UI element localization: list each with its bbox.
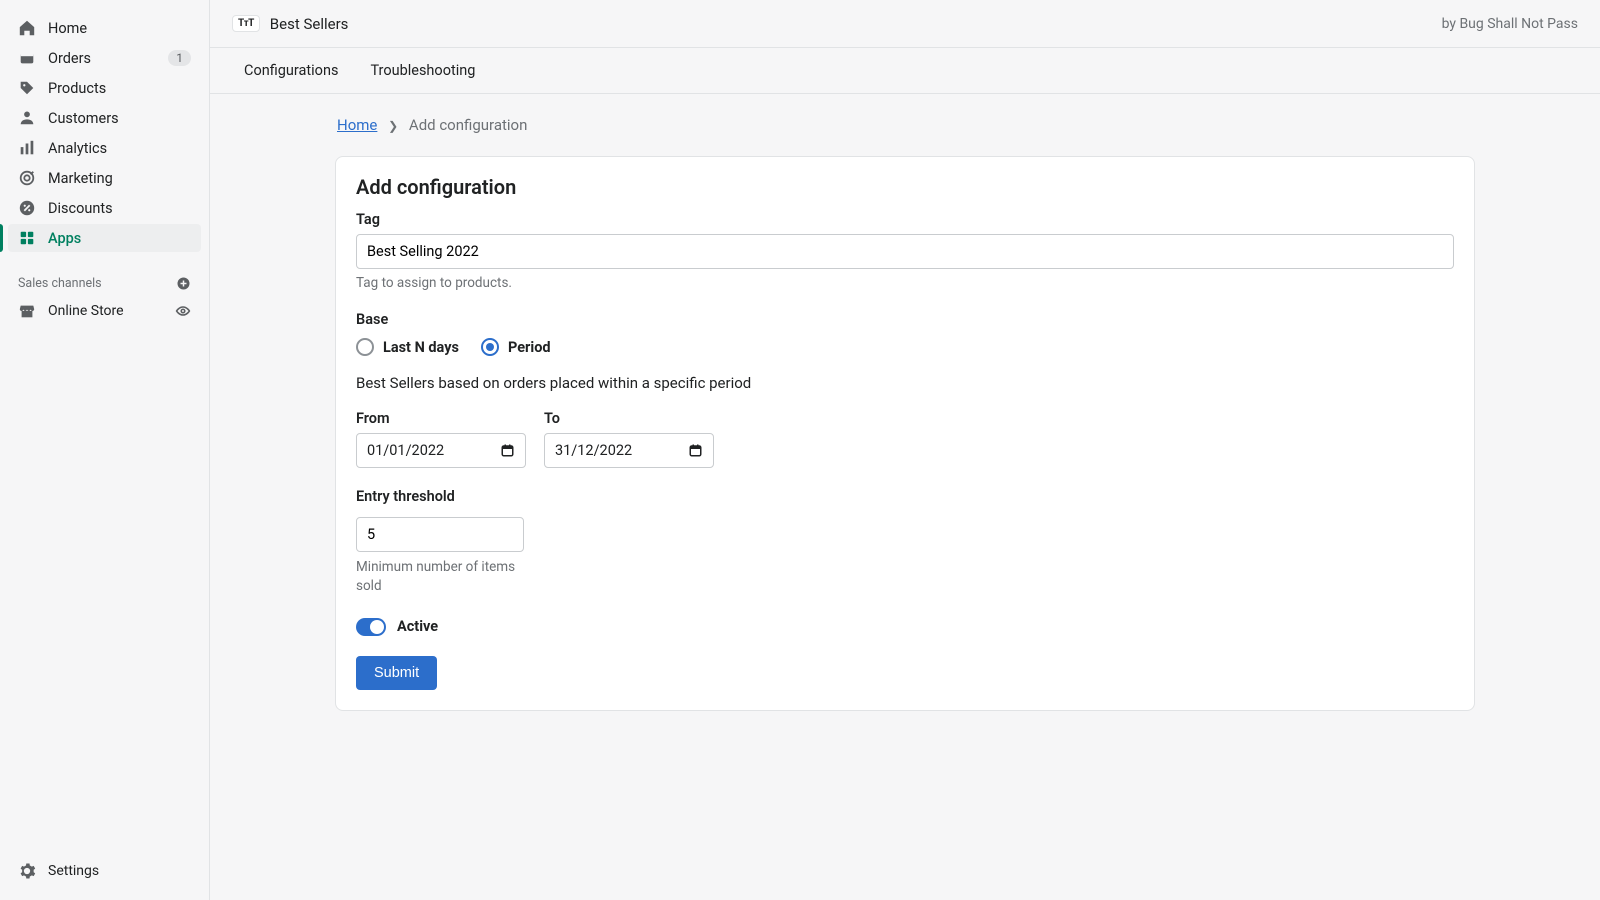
- threshold-label: Entry threshold: [356, 488, 524, 505]
- topbar: ТᴛТ Best Sellers by Bug Shall Not Pass: [210, 0, 1600, 48]
- breadcrumb: Home ❯ Add configuration: [335, 116, 1475, 134]
- sales-channels-label: Sales channels: [18, 276, 102, 291]
- products-icon: [18, 79, 36, 97]
- nav-item-home[interactable]: Home: [8, 14, 201, 42]
- calendar-icon: [500, 443, 515, 458]
- nav-item-settings[interactable]: Settings: [0, 852, 209, 900]
- to-date-value: 31/12/2022: [555, 442, 688, 459]
- nav-item-products[interactable]: Products: [8, 74, 201, 102]
- gear-icon: [18, 862, 36, 880]
- radio-label: Last N days: [383, 339, 459, 356]
- nav-item-analytics[interactable]: Analytics: [8, 134, 201, 162]
- threshold-help: Minimum number of items sold: [356, 558, 524, 596]
- page-title: Add configuration: [356, 175, 1454, 199]
- orders-icon: [18, 49, 36, 67]
- tag-label: Tag: [356, 211, 1454, 228]
- customers-icon: [18, 109, 36, 127]
- main: ТᴛТ Best Sellers by Bug Shall Not Pass C…: [210, 0, 1600, 900]
- content: Home ❯ Add configuration Add configurati…: [210, 94, 1600, 733]
- threshold-input[interactable]: [356, 517, 524, 552]
- settings-label: Settings: [48, 863, 99, 879]
- radio-icon: [356, 338, 374, 356]
- app-title: Best Sellers: [270, 15, 349, 33]
- active-label: Active: [397, 618, 438, 635]
- store-icon: [18, 302, 36, 320]
- to-label: To: [544, 410, 714, 427]
- eye-icon[interactable]: [175, 303, 191, 319]
- tag-help: Tag to assign to products.: [356, 275, 1454, 291]
- from-date-input[interactable]: 01/01/2022: [356, 433, 526, 468]
- nav-label: Analytics: [48, 140, 107, 157]
- nav-label: Customers: [48, 110, 119, 127]
- discounts-icon: [18, 199, 36, 217]
- analytics-icon: [18, 139, 36, 157]
- tag-input[interactable]: [356, 234, 1454, 269]
- from-date-value: 01/01/2022: [367, 442, 500, 459]
- calendar-icon: [688, 443, 703, 458]
- nav-label: Orders: [48, 50, 91, 67]
- tab-configurations[interactable]: Configurations: [242, 50, 340, 91]
- breadcrumb-current: Add configuration: [409, 116, 527, 134]
- home-icon: [18, 19, 36, 37]
- nav-label: Discounts: [48, 200, 113, 217]
- from-label: From: [356, 410, 526, 427]
- app-badge-icon: ТᴛТ: [232, 15, 260, 32]
- nav-label: Apps: [48, 230, 81, 247]
- active-toggle[interactable]: [356, 618, 386, 636]
- config-card: Add configuration Tag Tag to assign to p…: [335, 156, 1475, 711]
- nav-list: Home Orders 1 Products Customers Analy: [0, 14, 209, 254]
- nav-label: Marketing: [48, 170, 113, 187]
- apps-icon: [18, 229, 36, 247]
- radio-icon: [481, 338, 499, 356]
- tabs: Configurations Troubleshooting: [210, 48, 1600, 94]
- orders-badge: 1: [168, 50, 191, 66]
- nav-item-orders[interactable]: Orders 1: [8, 44, 201, 72]
- marketing-icon: [18, 169, 36, 187]
- nav-item-discounts[interactable]: Discounts: [8, 194, 201, 222]
- submit-button[interactable]: Submit: [356, 656, 437, 690]
- nav-item-apps[interactable]: Apps: [8, 224, 201, 252]
- radio-label: Period: [508, 339, 551, 356]
- channel-online-store[interactable]: Online Store: [0, 297, 209, 325]
- tab-troubleshooting[interactable]: Troubleshooting: [368, 50, 477, 91]
- nav-item-customers[interactable]: Customers: [8, 104, 201, 132]
- app-byline: by Bug Shall Not Pass: [1442, 16, 1578, 32]
- radio-last-n-days[interactable]: Last N days: [356, 338, 459, 356]
- plus-circle-icon[interactable]: [176, 276, 191, 291]
- radio-period[interactable]: Period: [481, 338, 551, 356]
- nav-item-marketing[interactable]: Marketing: [8, 164, 201, 192]
- nav-label: Home: [48, 20, 87, 37]
- base-label: Base: [356, 311, 1454, 328]
- to-date-input[interactable]: 31/12/2022: [544, 433, 714, 468]
- breadcrumb-home[interactable]: Home: [337, 116, 377, 134]
- sales-channels-header: Sales channels: [0, 266, 209, 297]
- nav-label: Products: [48, 80, 106, 97]
- chevron-right-icon: ❯: [388, 119, 398, 133]
- channel-label: Online Store: [48, 303, 124, 319]
- base-description: Best Sellers based on orders placed with…: [356, 374, 1454, 392]
- sidebar: Home Orders 1 Products Customers Analy: [0, 0, 210, 900]
